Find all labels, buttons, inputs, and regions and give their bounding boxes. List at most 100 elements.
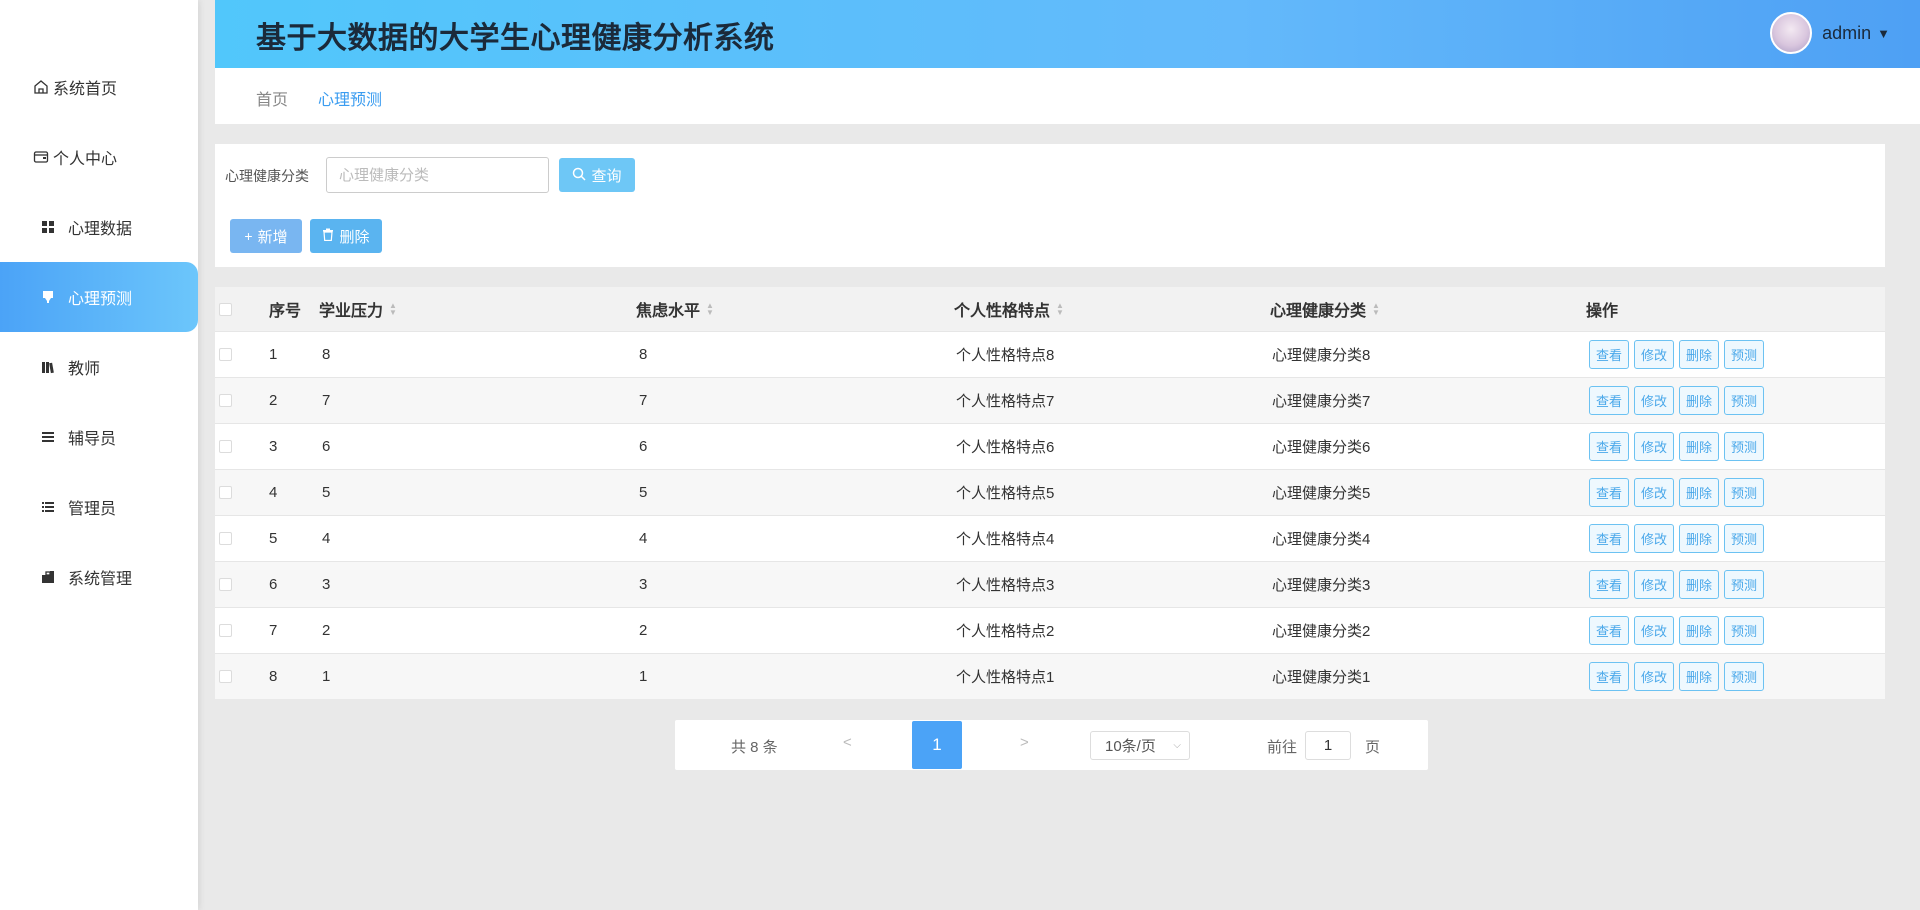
row-checkbox[interactable] (219, 578, 232, 591)
trash-icon (322, 228, 334, 244)
edit-button[interactable]: 修改 (1634, 662, 1674, 691)
add-button-label: 新增 (257, 228, 288, 246)
cell-anxiety: 2 (639, 622, 648, 639)
row-checkbox-cell (219, 332, 232, 377)
delete-button[interactable]: 删除 (1679, 616, 1719, 645)
caret-down-icon: ▼ (1877, 25, 1890, 41)
table-row: 1 8 8 个人性格特点8 心理健康分类8 查看 修改 删除 预测 (215, 331, 1885, 377)
sidebar-item-psych-predict[interactable]: 心理预测 (0, 262, 198, 332)
sort-icon[interactable]: ▲ ▼ (1372, 302, 1380, 317)
delete-button[interactable]: 删除 (1679, 662, 1719, 691)
view-button[interactable]: 查看 (1589, 662, 1629, 691)
edit-button[interactable]: 修改 (1634, 616, 1674, 645)
header-pressure[interactable]: 学业压力 ▲ ▼ (319, 287, 397, 331)
cell-pressure: 8 (322, 346, 331, 363)
cell-actions: 查看 修改 删除 预测 (1589, 608, 1764, 653)
sort-icon[interactable]: ▲ ▼ (1056, 302, 1064, 317)
user-menu[interactable]: admin ▼ (1770, 12, 1890, 54)
header-category[interactable]: 心理健康分类 ▲ ▼ (1270, 287, 1380, 331)
row-checkbox[interactable] (219, 440, 232, 453)
predict-button[interactable]: 预测 (1724, 432, 1764, 461)
sidebar: 系统首页 个人中心 心理数据 心理预测 教师 辅导员 管理员 系统管理 (0, 0, 198, 910)
delete-button[interactable]: 删除 (1679, 524, 1719, 553)
view-button[interactable]: 查看 (1589, 432, 1629, 461)
view-button[interactable]: 查看 (1589, 478, 1629, 507)
view-button[interactable]: 查看 (1589, 524, 1629, 553)
query-button[interactable]: 查询 (559, 158, 635, 192)
sort-icon[interactable]: ▲ ▼ (706, 302, 714, 317)
edit-button[interactable]: 修改 (1634, 524, 1674, 553)
delete-button[interactable]: 删除 (1679, 478, 1719, 507)
delete-button[interactable]: 删除 (1679, 570, 1719, 599)
view-button[interactable]: 查看 (1589, 616, 1629, 645)
next-page-button[interactable]: > (1020, 734, 1029, 751)
table-row: 5 4 4 个人性格特点4 心理健康分类4 查看 修改 删除 预测 (215, 515, 1885, 561)
cell-actions: 查看 修改 删除 预测 (1589, 378, 1764, 423)
cell-index: 5 (269, 530, 278, 547)
header-personality[interactable]: 个人性格特点 ▲ ▼ (954, 287, 1064, 331)
row-checkbox[interactable] (219, 624, 232, 637)
sidebar-item-label: 系统首页 (53, 81, 118, 98)
edit-button[interactable]: 修改 (1634, 386, 1674, 415)
goto-page-input[interactable] (1305, 731, 1351, 760)
page-size-select[interactable]: 10条/页 ⌵ (1090, 731, 1190, 760)
select-all-checkbox-cell (219, 287, 232, 331)
predict-button[interactable]: 预测 (1724, 386, 1764, 415)
row-checkbox[interactable] (219, 394, 232, 407)
table-row: 3 6 6 个人性格特点6 心理健康分类6 查看 修改 删除 预测 (215, 423, 1885, 469)
header-anxiety[interactable]: 焦虑水平 ▲ ▼ (636, 287, 714, 331)
cell-anxiety: 1 (639, 668, 648, 685)
cell-index: 4 (269, 484, 278, 501)
select-all-checkbox[interactable] (219, 302, 232, 316)
view-button[interactable]: 查看 (1589, 570, 1629, 599)
edit-button[interactable]: 修改 (1634, 478, 1674, 507)
add-button[interactable]: + 新增 (230, 219, 302, 253)
predict-button[interactable]: 预测 (1724, 524, 1764, 553)
predict-button[interactable]: 预测 (1724, 662, 1764, 691)
cell-actions: 查看 修改 删除 预测 (1589, 516, 1764, 561)
delete-button[interactable]: 删除 (310, 219, 382, 253)
cell-personality: 个人性格特点8 (956, 347, 1055, 364)
predict-button[interactable]: 预测 (1724, 570, 1764, 599)
sidebar-item-counselor[interactable]: 辅导员 (0, 402, 198, 472)
row-checkbox[interactable] (219, 670, 232, 683)
sidebar-item-psych-data[interactable]: 心理数据 (0, 192, 198, 262)
prev-page-button[interactable]: < (843, 734, 852, 751)
edit-button[interactable]: 修改 (1634, 340, 1674, 369)
delete-button[interactable]: 删除 (1679, 340, 1719, 369)
cell-index: 6 (269, 576, 278, 593)
sidebar-item-teacher[interactable]: 教师 (0, 332, 198, 402)
sidebar-item-label: 心理数据 (68, 221, 133, 238)
sidebar-item-home[interactable]: 系统首页 (0, 52, 198, 122)
view-button[interactable]: 查看 (1589, 340, 1629, 369)
table-body: 1 8 8 个人性格特点8 心理健康分类8 查看 修改 删除 预测 2 7 7 个人性格特点7 心理健康分… (215, 331, 1885, 699)
sidebar-item-profile[interactable]: 个人中心 (0, 122, 198, 192)
row-checkbox[interactable] (219, 532, 232, 545)
predict-button[interactable]: 预测 (1724, 478, 1764, 507)
cell-category: 心理健康分类7 (1272, 393, 1371, 410)
goto-label: 前往 (1267, 739, 1298, 756)
sidebar-item-system[interactable]: 系统管理 (0, 542, 198, 612)
predict-button[interactable]: 预测 (1724, 616, 1764, 645)
breadcrumb-home[interactable]: 首页 (256, 86, 288, 110)
page-number-button[interactable]: 1 (912, 721, 962, 769)
delete-button[interactable]: 删除 (1679, 386, 1719, 415)
cell-personality: 个人性格特点4 (956, 531, 1055, 548)
cell-actions: 查看 修改 删除 预测 (1589, 332, 1764, 377)
books-icon (38, 357, 58, 377)
briefcase-icon (38, 567, 58, 587)
edit-button[interactable]: 修改 (1634, 570, 1674, 599)
row-checkbox[interactable] (219, 486, 232, 499)
sidebar-item-admin[interactable]: 管理员 (0, 472, 198, 542)
category-search-input[interactable] (326, 157, 549, 193)
sort-icon[interactable]: ▲ ▼ (389, 302, 397, 317)
edit-button[interactable]: 修改 (1634, 432, 1674, 461)
home-icon (31, 77, 51, 97)
view-button[interactable]: 查看 (1589, 386, 1629, 415)
cell-pressure: 3 (322, 576, 331, 593)
row-checkbox[interactable] (219, 348, 232, 361)
cell-index: 8 (269, 668, 278, 685)
predict-button[interactable]: 预测 (1724, 340, 1764, 369)
cell-category: 心理健康分类4 (1272, 531, 1371, 548)
delete-button[interactable]: 删除 (1679, 432, 1719, 461)
